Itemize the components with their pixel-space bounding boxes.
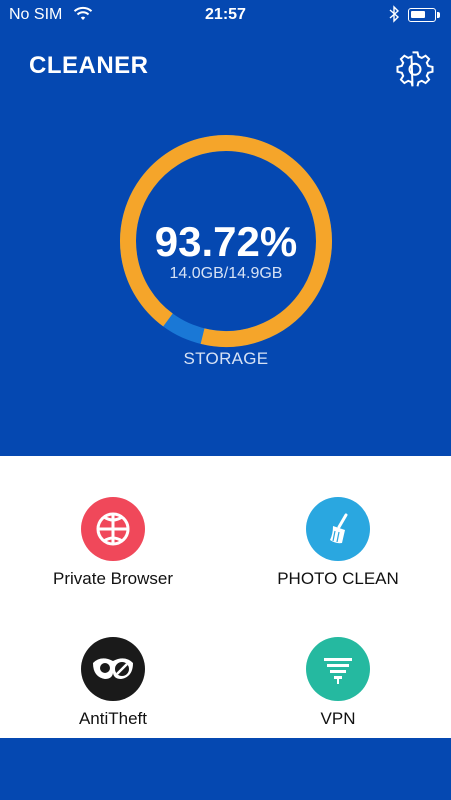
storage-label: STORAGE [183, 349, 269, 368]
antitheft-label: AntiTheft [78, 709, 148, 728]
storage-usage: 14.0GB/14.9GB [169, 265, 283, 282]
battery-icon [408, 8, 440, 22]
private-browser-button[interactable]: Private Browser [13, 497, 213, 589]
filter-icon [306, 637, 370, 701]
settings-button[interactable] [396, 51, 434, 89]
broom-icon [306, 497, 370, 561]
photo-clean-label: PHOTO CLEAN [277, 569, 399, 588]
app-title: CLEANER [29, 52, 149, 79]
bluetooth-icon [388, 5, 400, 28]
vpn-label: VPN [320, 709, 356, 728]
vpn-button[interactable]: VPN [238, 637, 438, 729]
bottom-bar [0, 738, 451, 800]
header-panel: No SIM 21:57 CLEANER 93.72% 14.0GB/14.9G… [0, 0, 451, 456]
photo-clean-button[interactable]: PHOTO CLEAN [238, 497, 438, 589]
mask-icon [81, 637, 145, 701]
antitheft-button[interactable]: AntiTheft [13, 637, 213, 729]
gear-icon [396, 51, 434, 87]
storage-percent: 93.72% [154, 218, 298, 265]
status-bar: No SIM 21:57 [0, 0, 451, 30]
clock: 21:57 [205, 6, 246, 23]
private-browser-label: Private Browser [53, 569, 173, 588]
globe-icon [81, 497, 145, 561]
